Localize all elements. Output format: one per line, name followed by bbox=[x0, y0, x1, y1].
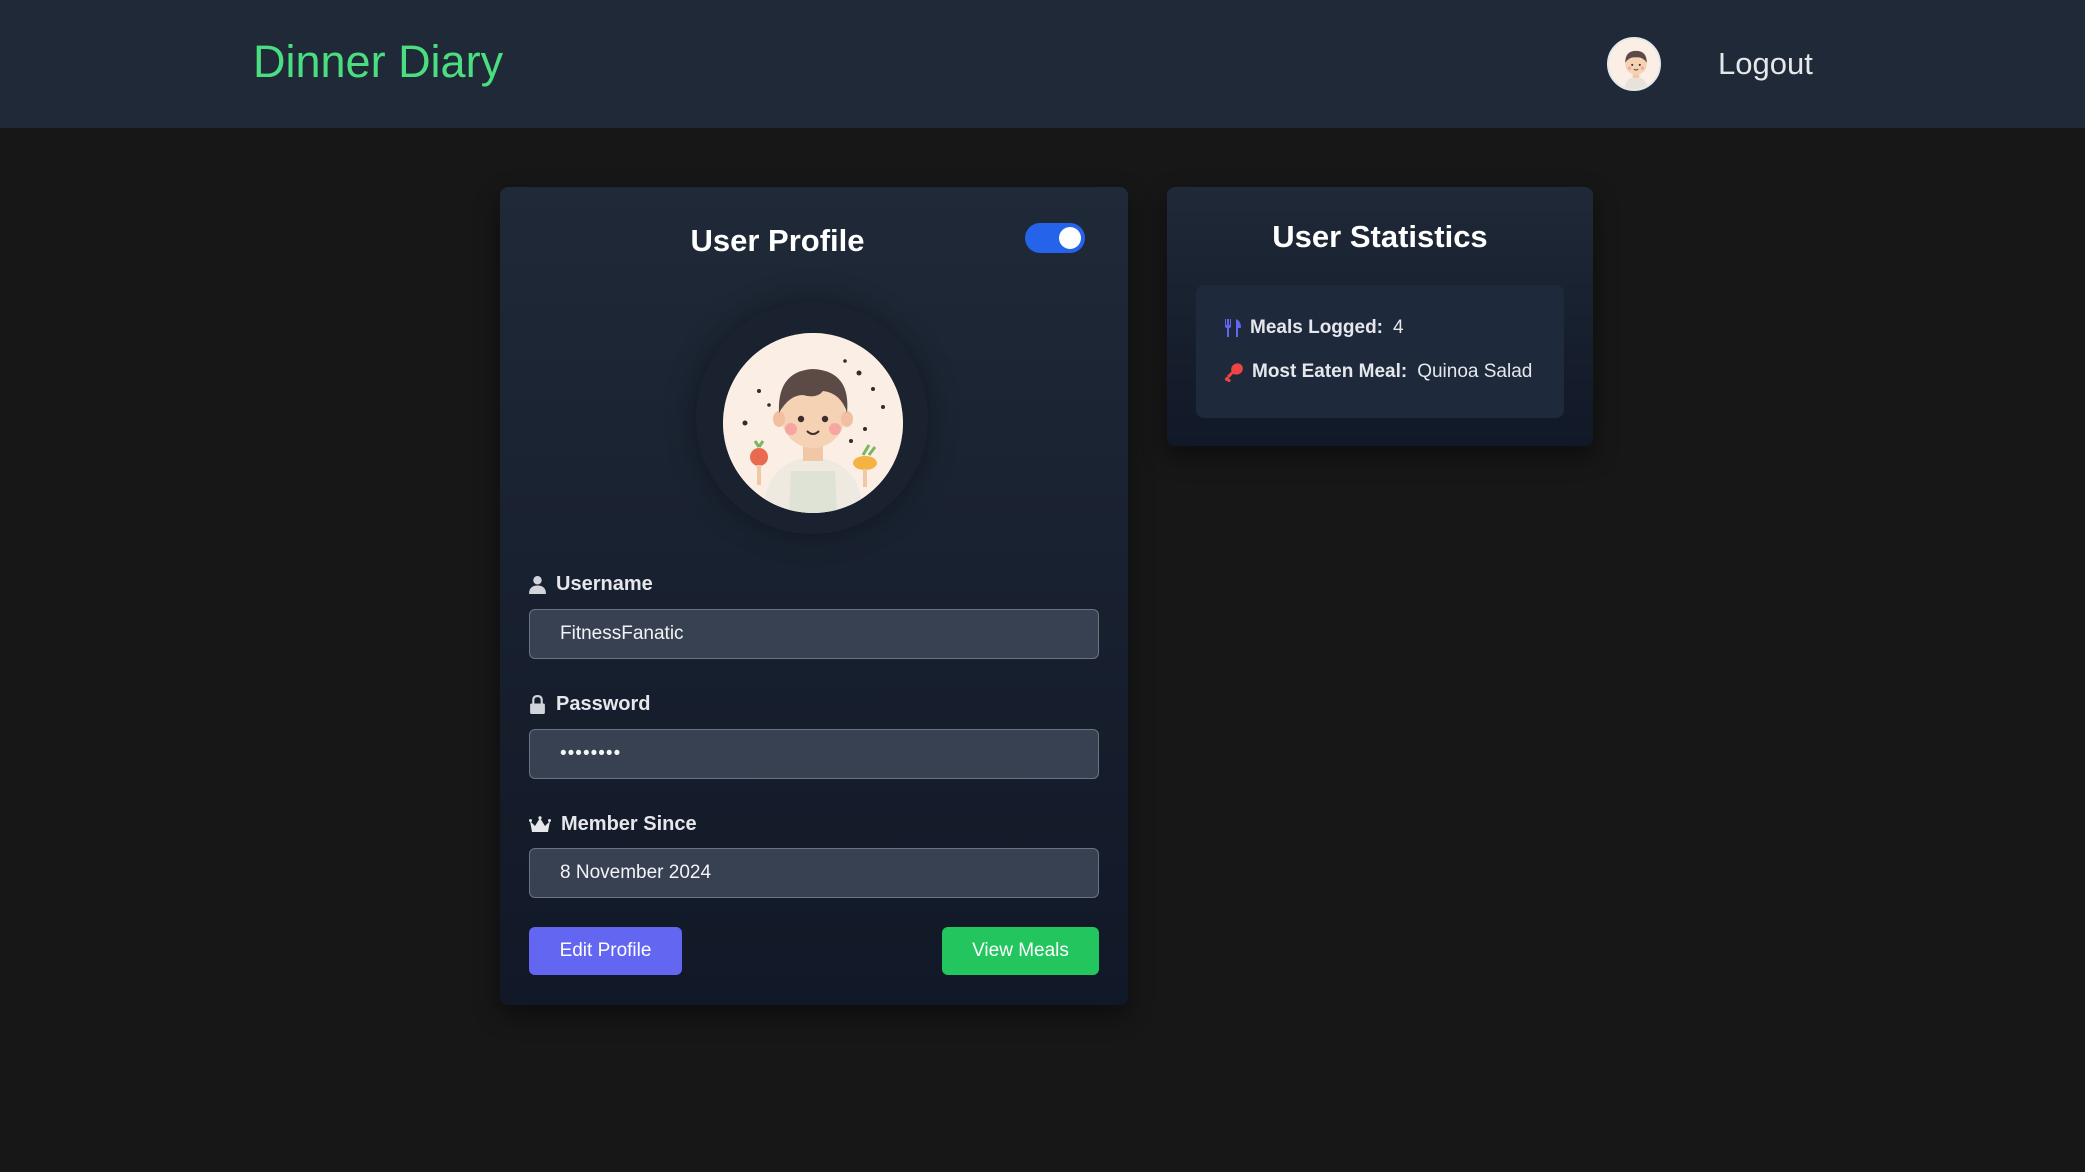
brand-logo[interactable]: Dinner Diary bbox=[253, 36, 503, 88]
profile-title: User Profile bbox=[690, 223, 865, 258]
user-profile-card: User Profile Username FitnessFanatic Pas… bbox=[500, 187, 1128, 1005]
avatar-chef-icon bbox=[723, 333, 903, 513]
user-icon bbox=[529, 576, 546, 594]
meals-logged-label: Meals Logged: bbox=[1250, 317, 1384, 338]
drumstick-icon bbox=[1225, 363, 1243, 382]
meals-logged-value: 4 bbox=[1393, 317, 1404, 338]
password-field[interactable] bbox=[529, 729, 1099, 779]
statistics-box: Meals Logged: 4 Most Eaten Meal: Quinoa … bbox=[1196, 285, 1564, 418]
password-label-text: Password bbox=[556, 693, 651, 715]
password-label: Password bbox=[529, 693, 650, 716]
profile-avatar bbox=[723, 333, 903, 513]
utensils-icon bbox=[1225, 319, 1241, 337]
lock-icon bbox=[530, 695, 545, 714]
username-label-text: Username bbox=[556, 573, 653, 595]
view-meals-button[interactable]: View Meals bbox=[942, 927, 1099, 975]
member-since-label: Member Since bbox=[529, 813, 697, 836]
member-since-label-text: Member Since bbox=[561, 813, 697, 835]
most-eaten-row: Most Eaten Meal: Quinoa Salad bbox=[1224, 361, 1532, 383]
toggle-knob bbox=[1059, 227, 1081, 249]
most-eaten-value: Quinoa Salad bbox=[1417, 361, 1533, 382]
crown-icon bbox=[529, 815, 551, 832]
navbar: Dinner Diary Logout bbox=[0, 0, 2085, 128]
edit-profile-button[interactable]: Edit Profile bbox=[529, 927, 682, 975]
statistics-title: User Statistics bbox=[1272, 219, 1488, 254]
most-eaten-label: Most Eaten Meal: bbox=[1252, 361, 1408, 382]
user-statistics-card: User Statistics Meals Logged: 4 Most Eat… bbox=[1167, 187, 1593, 446]
meals-logged-row: Meals Logged: 4 bbox=[1224, 317, 1404, 339]
member-since-field[interactable] bbox=[529, 848, 1099, 898]
avatar-chef-icon bbox=[1609, 39, 1659, 89]
theme-toggle[interactable] bbox=[1025, 223, 1085, 253]
username-field[interactable] bbox=[529, 609, 1099, 659]
logout-link[interactable]: Logout bbox=[1718, 46, 1813, 82]
user-avatar[interactable] bbox=[1607, 37, 1661, 91]
username-label: Username bbox=[529, 573, 653, 596]
